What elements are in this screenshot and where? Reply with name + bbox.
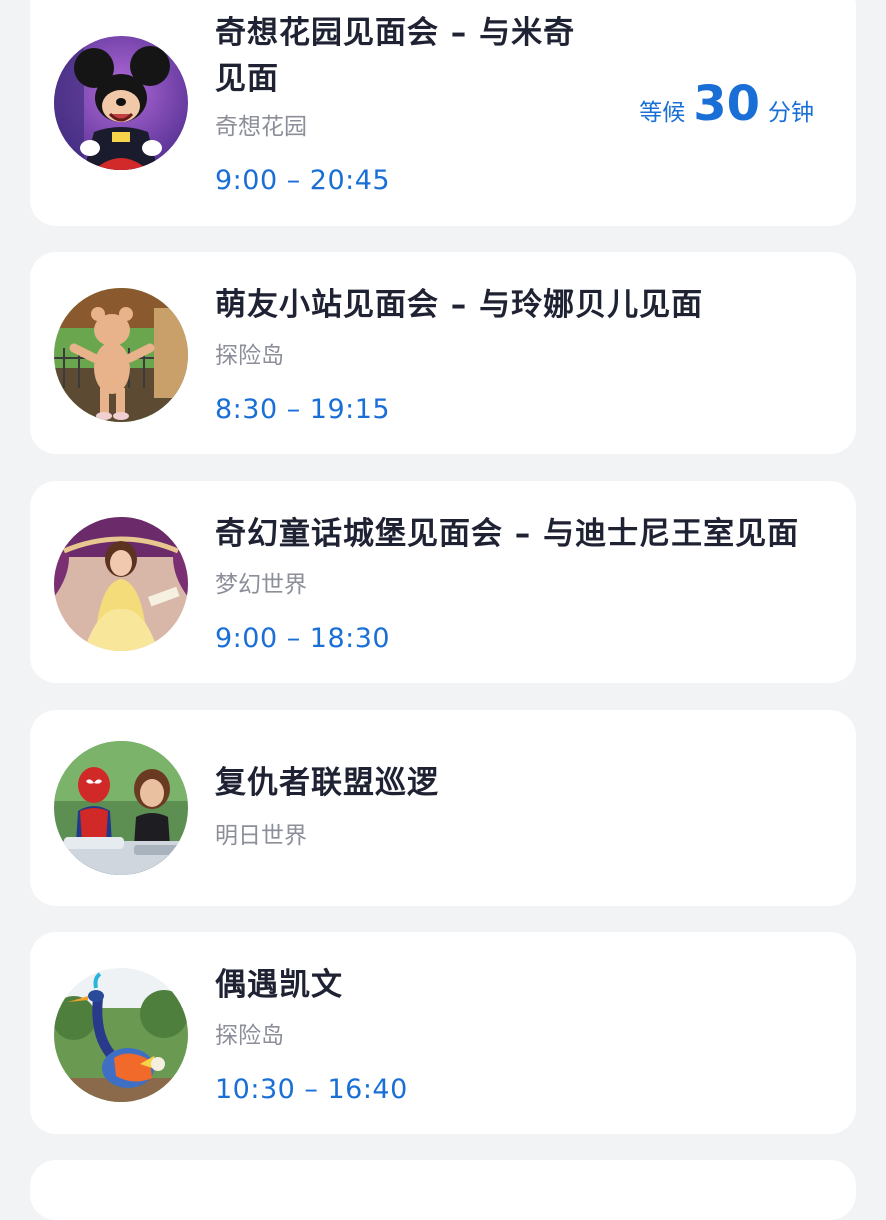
character-meet-card[interactable]: 奇想花园见面会 – 与米奇 见面 奇想花园 9:00 – 20:45 等候 30 分… (30, 0, 856, 226)
attraction-location: 探险岛 (215, 343, 284, 369)
attraction-hours: 8:30 – 19:15 (215, 394, 391, 425)
avengers-avatar (54, 741, 188, 875)
character-meet-card[interactable] (30, 1160, 856, 1220)
character-meet-card[interactable]: 复仇者联盟巡逻 明日世界 (30, 710, 856, 906)
attraction-location: 明日世界 (215, 823, 307, 849)
attraction-title: 复仇者联盟巡逻 (215, 765, 439, 801)
attraction-title: 萌友小站见面会 – 与玲娜贝儿见面 (215, 287, 704, 323)
attraction-title: 偶遇凯文 (215, 967, 343, 1003)
attraction-location: 梦幻世界 (215, 572, 307, 598)
kevin-bird-avatar (54, 968, 188, 1102)
character-meet-card[interactable]: 萌友小站见面会 – 与玲娜贝儿见面 探险岛 8:30 – 19:15 (30, 252, 856, 454)
linabell-avatar (54, 288, 188, 422)
attraction-title-line1: 奇想花园见面会 – 与米奇 (215, 15, 576, 51)
attraction-title: 奇幻童话城堡见面会 – 与迪士尼王室见面 (215, 516, 800, 552)
mickey-mouse-avatar (54, 36, 188, 170)
wait-time: 等候 30 分钟 (639, 76, 814, 132)
belle-princess-avatar (54, 517, 188, 651)
attraction-title: 奇想花园见面会 – 与米奇 见面 (215, 10, 575, 102)
wait-time-minutes: 30 (693, 76, 760, 132)
attraction-location: 探险岛 (215, 1023, 284, 1049)
character-meet-card[interactable]: 偶遇凯文 探险岛 10:30 – 16:40 (30, 932, 856, 1134)
attraction-title-line2: 见面 (215, 61, 279, 97)
character-meet-card[interactable]: 奇幻童话城堡见面会 – 与迪士尼王室见面 梦幻世界 9:00 – 18:30 (30, 481, 856, 683)
wait-time-unit: 分钟 (768, 100, 814, 126)
attraction-hours: 9:00 – 18:30 (215, 623, 391, 654)
wait-time-prefix: 等候 (639, 100, 686, 126)
attraction-hours: 10:30 – 16:40 (215, 1074, 408, 1105)
attraction-hours: 9:00 – 20:45 (215, 165, 391, 196)
attraction-location: 奇想花园 (215, 114, 307, 140)
